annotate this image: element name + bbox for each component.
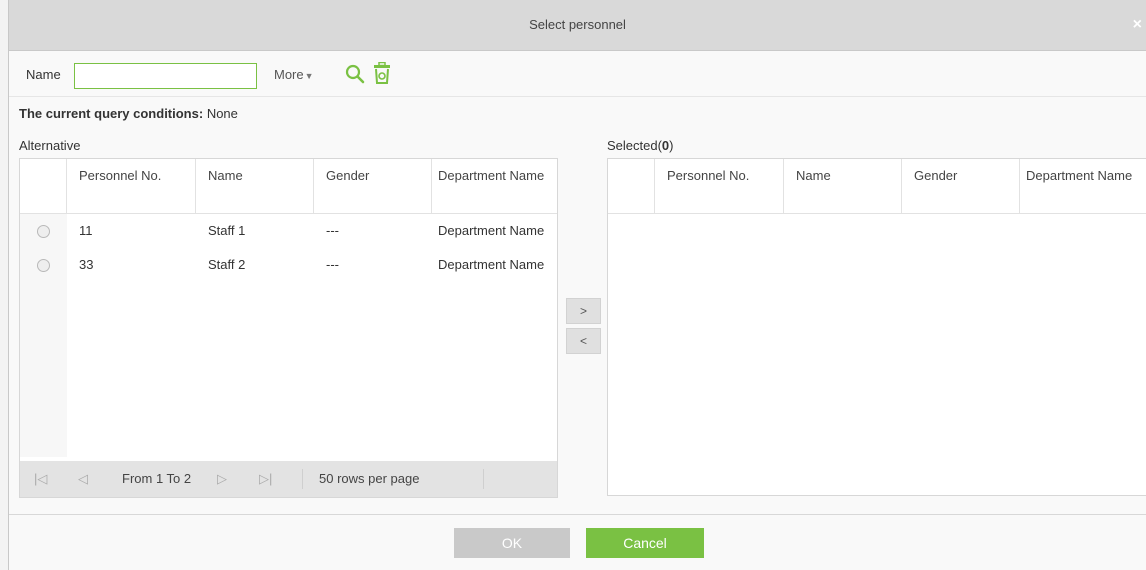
more-label: More	[274, 67, 304, 82]
pagination-bar: |◁ ◁ From 1 To 2 ▷ ▷| 50 rows per page	[20, 461, 557, 497]
query-conditions: The current query conditions: None	[19, 106, 238, 121]
column-header-personnel-no[interactable]: Personnel No.	[67, 159, 196, 213]
name-cell: Staff 1	[208, 223, 246, 238]
column-header-gender[interactable]: Gender	[902, 159, 1020, 213]
row-select-cell	[20, 214, 67, 248]
selected-label-prefix: Selected(	[607, 138, 662, 153]
pager-divider	[483, 469, 484, 489]
first-page-icon[interactable]: |◁	[34, 471, 47, 487]
table-row[interactable]: 11 Staff 1 --- Department Name	[20, 214, 557, 248]
column-header-personnel-no[interactable]: Personnel No.	[655, 159, 784, 213]
more-filters-button[interactable]: More▼	[274, 67, 314, 82]
column-header-gender[interactable]: Gender	[314, 159, 432, 213]
query-conditions-label: The current query conditions:	[19, 106, 204, 121]
row-radio[interactable]	[37, 224, 50, 238]
query-conditions-value: None	[206, 106, 238, 121]
alternative-grid-header: Personnel No. Name Gender Department Nam…	[20, 159, 557, 214]
select-column-header	[20, 159, 67, 213]
selected-grid-header: Personnel No. Name Gender Department Nam…	[608, 159, 1146, 214]
select-personnel-dialog: Select personnel × Name More▼ The curren…	[8, 0, 1146, 570]
pager-divider	[302, 469, 303, 489]
last-page-icon[interactable]: ▷|	[259, 471, 272, 487]
gender-cell: ---	[326, 257, 339, 272]
table-row[interactable]: 33 Staff 2 --- Department Name	[20, 248, 557, 282]
name-label: Name	[26, 67, 61, 82]
search-bar: Name More▼	[9, 56, 1146, 97]
previous-page-icon[interactable]: ◁	[78, 471, 88, 487]
select-column-header	[608, 159, 655, 213]
alternative-label: Alternative	[19, 138, 81, 153]
column-header-department[interactable]: Department Name	[1020, 159, 1146, 213]
row-radio[interactable]	[37, 258, 50, 272]
department-cell: Department Name	[438, 257, 545, 272]
column-header-name[interactable]: Name	[784, 159, 902, 213]
department-cell: Department Name	[438, 223, 545, 238]
close-icon[interactable]: ×	[1133, 0, 1142, 50]
gender-cell: ---	[326, 223, 339, 238]
chevron-down-icon: ▼	[304, 71, 314, 81]
personnel-no-cell: 33	[79, 257, 94, 272]
name-search-input[interactable]	[74, 63, 257, 89]
footer-divider	[9, 514, 1146, 515]
add-selected-button[interactable]: >	[566, 298, 601, 324]
rows-per-page[interactable]: 50 rows per page	[319, 471, 419, 486]
column-header-department[interactable]: Department Name	[432, 159, 557, 213]
clear-filter-icon[interactable]	[372, 61, 392, 87]
ok-button[interactable]: OK	[454, 528, 570, 558]
cancel-button[interactable]: Cancel	[586, 528, 704, 558]
page-range: From 1 To 2	[122, 471, 192, 486]
remove-selected-button[interactable]: <	[566, 328, 601, 354]
dialog-title: Select personnel	[529, 17, 626, 32]
dialog-titlebar: Select personnel ×	[9, 0, 1146, 51]
next-page-icon[interactable]: ▷	[217, 471, 227, 487]
selected-grid: Personnel No. Name Gender Department Nam…	[607, 158, 1146, 496]
name-cell: Staff 2	[208, 257, 246, 272]
selected-label-suffix: )	[669, 138, 674, 153]
alternative-grid: Personnel No. Name Gender Department Nam…	[19, 158, 558, 498]
row-select-cell	[20, 248, 67, 282]
column-header-name[interactable]: Name	[196, 159, 314, 213]
selected-label: Selected(0)	[607, 138, 674, 153]
personnel-no-cell: 11	[79, 223, 93, 238]
search-icon[interactable]	[345, 64, 365, 87]
